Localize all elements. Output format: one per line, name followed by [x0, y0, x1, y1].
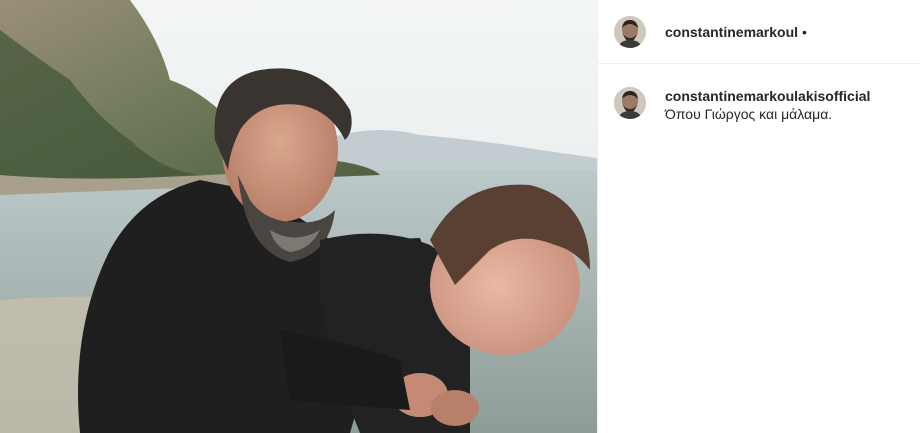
- header-username[interactable]: constantinemarkoul: [665, 24, 798, 40]
- instagram-post: constantinemarkoul • constantinemarkoula…: [0, 0, 922, 433]
- header-separator: •: [802, 23, 807, 40]
- caption-text-block: constantinemarkoulakisofficial Όπου Γιώρ…: [665, 87, 905, 123]
- caption-avatar[interactable]: [614, 87, 646, 119]
- avatar-icon: [614, 15, 646, 48]
- header-avatar[interactable]: [614, 15, 646, 48]
- post-header: constantinemarkoul •: [598, 0, 921, 64]
- post-sidebar: constantinemarkoul • constantinemarkoula…: [597, 0, 921, 433]
- caption-comment: constantinemarkoulakisofficial Όπου Γιώρ…: [598, 64, 921, 123]
- avatar-icon: [614, 87, 646, 119]
- post-photo[interactable]: [0, 0, 597, 433]
- caption-username[interactable]: constantinemarkoulakisofficial: [665, 88, 870, 104]
- caption-text: Όπου Γιώργος και μάλαμα.: [665, 106, 833, 122]
- post-photo-image: [0, 0, 597, 433]
